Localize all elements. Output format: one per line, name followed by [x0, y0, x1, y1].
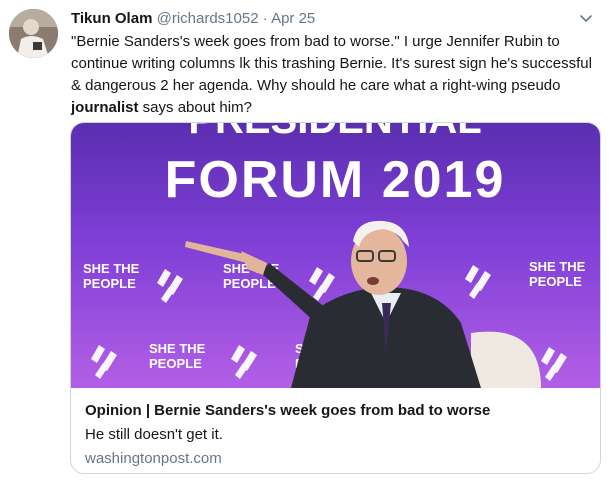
tweet-text-part2: says about him? [138, 99, 252, 116]
separator: · [262, 10, 268, 27]
card-title[interactable]: Opinion | Bernie Sanders's week goes fro… [85, 401, 490, 421]
sign-text-3b: PEOPLE [529, 274, 582, 289]
sign-text-4a: SHE THE [149, 341, 206, 356]
tweet[interactable]: Tikun Olam @richards1052 · Apr 25 "Berni… [0, 0, 611, 483]
card-description: He still doesn't get it. [85, 426, 223, 443]
sign-text-1b: PEOPLE [83, 276, 136, 291]
tweet-date[interactable]: Apr 25 [271, 10, 315, 27]
avatar-image [9, 9, 58, 58]
tweet-text: "Bernie Sanders's week goes from bad to … [71, 31, 599, 119]
card-domain[interactable]: washingtonpost.com [85, 449, 222, 469]
banner-forum-text: FORUM 2019 [165, 151, 506, 209]
author-name[interactable]: Tikun Olam [71, 10, 152, 27]
chevron-down-icon[interactable] [579, 11, 593, 25]
tweet-header: Tikun Olam @richards1052 · Apr 25 [71, 9, 315, 29]
tweet-text-bold: journalist [71, 99, 139, 116]
banner-partial-text: PRESIDENTIAL [188, 123, 481, 142]
sign-text-3a: SHE THE [529, 259, 586, 274]
tweet-text-part1: "Bernie Sanders's week goes from bad to … [71, 33, 592, 94]
author-handle[interactable]: @richards1052 [157, 10, 259, 27]
link-card[interactable]: PRESIDENTIAL FORUM 2019 SHE THE PEOPLE S… [70, 122, 601, 474]
card-image: PRESIDENTIAL FORUM 2019 SHE THE PEOPLE S… [71, 123, 600, 388]
sign-text-1a: SHE THE [83, 261, 140, 276]
avatar[interactable] [9, 9, 58, 58]
sign-text-4b: PEOPLE [149, 356, 202, 371]
